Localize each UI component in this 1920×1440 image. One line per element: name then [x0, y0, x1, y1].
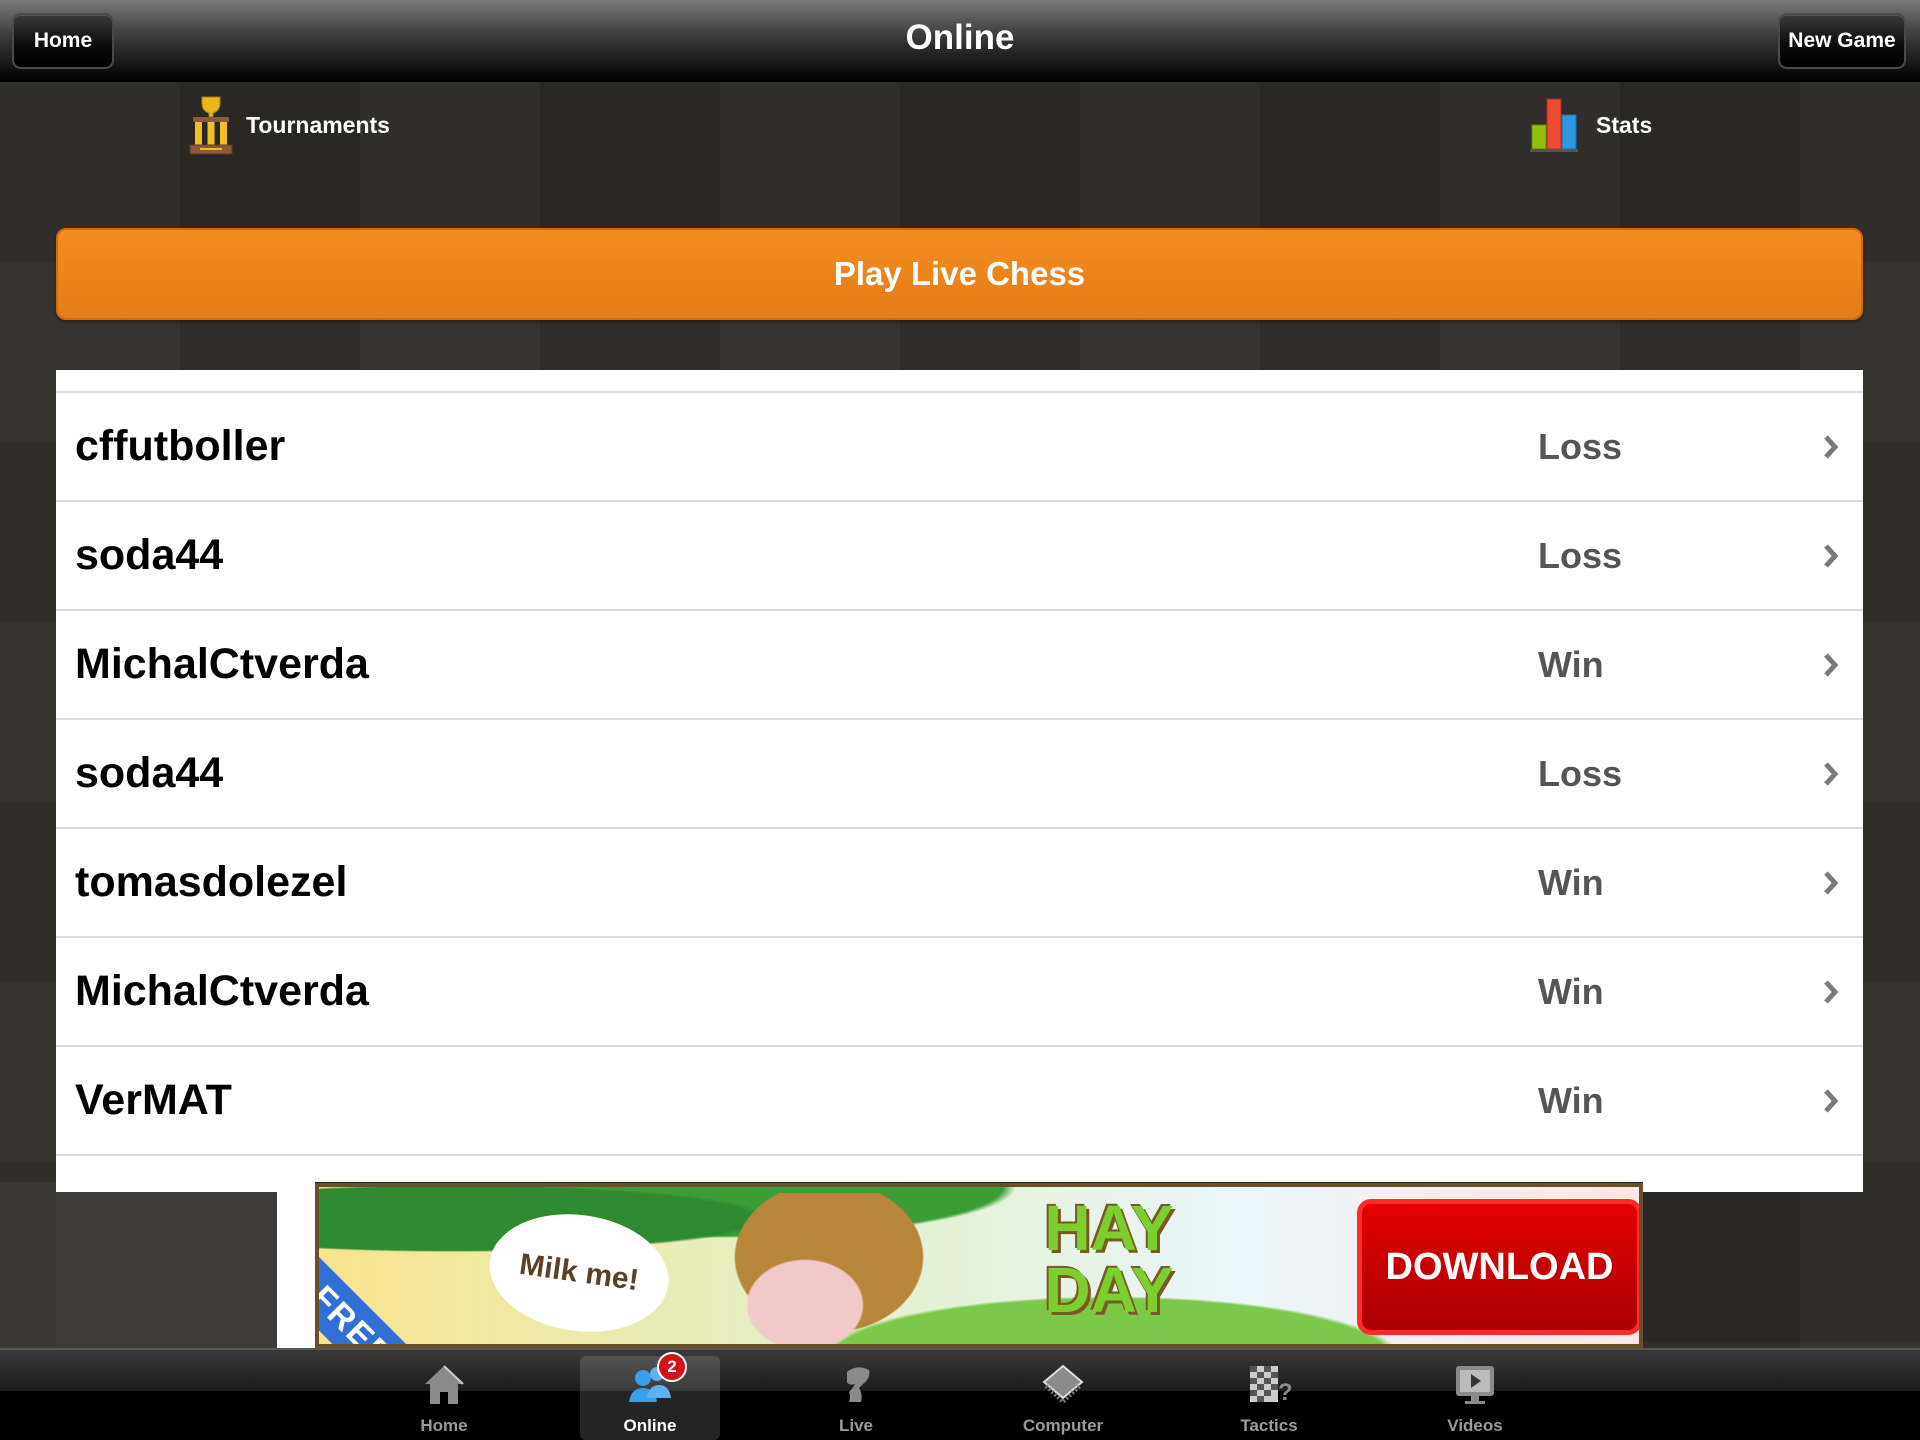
- play-live-chess-button[interactable]: Play Live Chess: [56, 228, 1863, 320]
- monitor-play-icon: [1452, 1362, 1498, 1408]
- stats-link[interactable]: Stats: [1530, 92, 1652, 158]
- game-result: Loss: [1538, 425, 1623, 467]
- game-row[interactable]: VerMAT Win: [56, 1047, 1863, 1156]
- chip-icon: [1040, 1362, 1086, 1408]
- opponent-name: soda44: [75, 531, 224, 579]
- list-divider: [56, 370, 1863, 393]
- chevron-right-icon: [1817, 542, 1845, 570]
- game-row[interactable]: soda44 Loss: [56, 720, 1863, 829]
- tournaments-link[interactable]: Tournaments: [188, 92, 390, 158]
- svg-text:?: ?: [1278, 1379, 1292, 1406]
- tab-bar: Home 2 Online Live Computer ? Tactics Vi…: [0, 1348, 1920, 1440]
- stats-label: Stats: [1596, 111, 1653, 138]
- trophy-icon: [188, 95, 234, 155]
- game-result: Win: [1538, 643, 1604, 685]
- game-row[interactable]: tomasdolezel Win: [56, 829, 1863, 938]
- users-icon: 2: [627, 1352, 687, 1408]
- bar-chart-icon: [1530, 97, 1584, 153]
- list-bottom-edge: [56, 1182, 278, 1192]
- chessboard-question-icon: ?: [1246, 1362, 1293, 1408]
- opponent-name: cffutboller: [75, 422, 286, 470]
- tab-tactics[interactable]: ? Tactics: [1199, 1356, 1339, 1440]
- games-list: cffutboller Loss soda44 Loss MichalCtver…: [56, 370, 1863, 1182]
- opponent-name: MichalCtverda: [75, 967, 369, 1015]
- tab-live[interactable]: Live: [786, 1356, 926, 1440]
- opponent-name: tomasdolezel: [75, 858, 348, 906]
- chevron-right-icon: [1817, 433, 1845, 461]
- house-icon: [421, 1362, 467, 1408]
- tab-online[interactable]: 2 Online: [580, 1352, 720, 1440]
- game-result: Win: [1538, 970, 1604, 1012]
- chevron-right-icon: [1817, 1087, 1845, 1115]
- game-row[interactable]: cffutboller Loss: [56, 393, 1863, 502]
- opponent-name: soda44: [75, 749, 224, 797]
- opponent-name: MichalCtverda: [75, 640, 369, 688]
- game-result: Win: [1538, 861, 1604, 903]
- ad-margin: [277, 1182, 315, 1350]
- list-bottom-edge: [1643, 1182, 1863, 1192]
- cow-illustration: [709, 1193, 949, 1344]
- tournaments-label: Tournaments: [246, 111, 390, 138]
- game-result: Loss: [1538, 752, 1623, 794]
- ad-download-button[interactable]: DOWNLOAD: [1357, 1199, 1639, 1335]
- tab-computer[interactable]: Computer: [993, 1356, 1133, 1440]
- knight-icon: [833, 1362, 879, 1408]
- game-row[interactable]: MichalCtverda Win: [56, 938, 1863, 1047]
- game-row[interactable]: soda44 Loss: [56, 502, 1863, 611]
- tab-label: Videos: [1447, 1416, 1503, 1435]
- chevron-right-icon: [1817, 978, 1845, 1006]
- navigation-bar: Home Online New Game: [0, 0, 1920, 82]
- tab-label: Home: [420, 1416, 468, 1435]
- game-row[interactable]: MichalCtverda Win: [56, 611, 1863, 720]
- tab-home[interactable]: Home: [374, 1356, 514, 1440]
- chevron-right-icon: [1817, 651, 1845, 679]
- background-strip: [0, 1182, 56, 1350]
- tab-label: Tactics: [1240, 1416, 1298, 1435]
- game-result: Win: [1538, 1079, 1604, 1121]
- tab-label: Computer: [1022, 1416, 1104, 1435]
- notification-badge: 2: [657, 1352, 687, 1382]
- ad-banner[interactable]: FREE Milk me! HAY DAY DOWNLOAD: [315, 1183, 1643, 1348]
- page-title: Online: [905, 18, 1015, 57]
- background-strip: [56, 1182, 278, 1350]
- opponent-name: VerMAT: [75, 1076, 232, 1124]
- ad-logo: HAY DAY: [1044, 1192, 1174, 1326]
- game-result: Loss: [1538, 534, 1623, 576]
- new-game-button[interactable]: New Game: [1778, 13, 1906, 69]
- chevron-right-icon: [1817, 760, 1845, 788]
- chevron-right-icon: [1817, 869, 1845, 897]
- tab-label: Online: [623, 1416, 677, 1435]
- tab-videos[interactable]: Videos: [1405, 1356, 1545, 1440]
- tab-label: Live: [838, 1416, 874, 1435]
